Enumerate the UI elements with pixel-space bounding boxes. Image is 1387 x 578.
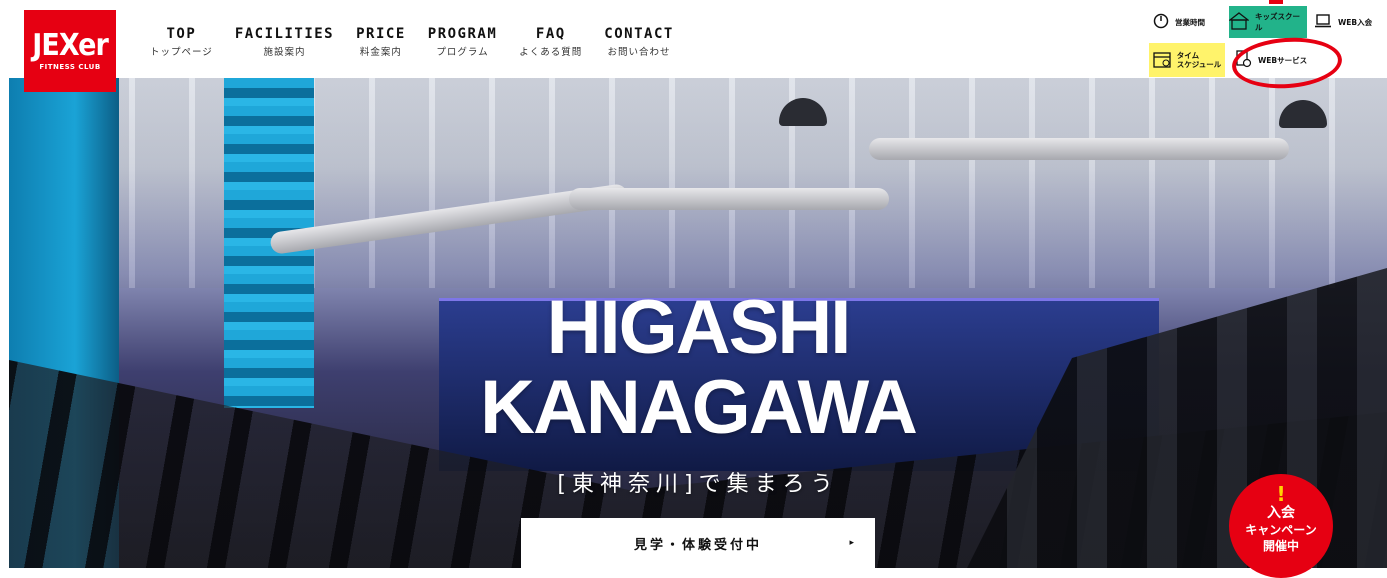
logo[interactable]: JEXer FITNESS CLUB xyxy=(24,10,116,92)
nav-faq-en: FAQ xyxy=(535,26,566,42)
nav-faq-jp: よくある質問 xyxy=(519,47,583,58)
nav-faq[interactable]: FAQ よくある質問 xyxy=(519,26,582,58)
calendar-icon xyxy=(1153,50,1171,70)
time-schedule-button[interactable]: タイム スケジュール xyxy=(1149,43,1225,77)
nav-contact[interactable]: CONTACT お問い合わせ xyxy=(604,26,674,58)
laptop-icon xyxy=(1314,14,1332,30)
clock-icon xyxy=(1153,13,1169,31)
nav-contact-en: CONTACT xyxy=(604,26,674,42)
nav-facilities-en: FACILITIES xyxy=(234,26,335,42)
top-red-marker xyxy=(1269,0,1283,4)
arrow-right-icon: ▸ xyxy=(849,538,857,548)
campaign-badge[interactable]: ! 入会 キャンペーン 開催中 xyxy=(1229,474,1333,578)
campaign-line1: 入会 xyxy=(1267,505,1295,521)
web-join-button[interactable]: WEB入会 xyxy=(1314,6,1382,38)
ceiling-duct xyxy=(569,188,889,210)
kids-school-button[interactable]: キッズスクール xyxy=(1228,6,1307,38)
site-header: TOP トップページ FACILITIES 施設案内 PRICE 料金案内 PR… xyxy=(0,0,1387,78)
web-join-label: WEB入会 xyxy=(1338,17,1373,27)
tour-trial-label: 見学・体験受付中 xyxy=(633,537,762,553)
logo-mark: JEXer xyxy=(32,28,109,63)
kids-school-label: キッズスクール xyxy=(1255,12,1300,32)
logo-subtitle: FITNESS CLUB xyxy=(39,63,101,71)
hero-subtitle: [東神奈川]で集まろう xyxy=(557,472,839,497)
hours-label: 営業時間 xyxy=(1175,17,1205,27)
nav-top-jp: トップページ xyxy=(150,47,213,58)
time-schedule-label: タイム スケジュール xyxy=(1176,51,1222,69)
hero-title-line2: KANAGAWA xyxy=(480,365,918,450)
kids-house-icon xyxy=(1228,12,1250,32)
campaign-line3: 開催中 xyxy=(1262,539,1299,553)
nav-price[interactable]: PRICE 料金案内 xyxy=(356,26,406,58)
hours-button[interactable]: 営業時間 xyxy=(1153,6,1223,38)
hero-ceiling xyxy=(9,78,1387,288)
nav-program-en: PROGRAM xyxy=(427,26,498,42)
ceiling-duct xyxy=(869,138,1289,160)
campaign-line2: キャンペーン xyxy=(1245,523,1317,537)
nav-program[interactable]: PROGRAM プログラム xyxy=(428,26,498,58)
tour-trial-button[interactable]: 見学・体験受付中 ▸ xyxy=(521,518,875,568)
nav-facilities[interactable]: FACILITIES 施設案内 xyxy=(235,26,334,58)
nav-top-en: TOP xyxy=(166,26,197,42)
nav-program-jp: プログラム xyxy=(436,47,489,58)
nav-top[interactable]: TOP トップページ xyxy=(150,26,213,58)
hero-banner: HIGASHI KANAGAWA [東神奈川]で集まろう 見学・体験受付中 ▸ xyxy=(9,78,1387,568)
exclamation-icon: ! xyxy=(1276,482,1286,506)
nav-contact-jp: お問い合わせ xyxy=(607,47,671,58)
nav-price-en: PRICE xyxy=(356,26,406,42)
main-nav: TOP トップページ FACILITIES 施設案内 PRICE 料金案内 PR… xyxy=(150,26,696,58)
nav-price-jp: 料金案内 xyxy=(359,47,402,58)
hero-title: HIGASHI KANAGAWA xyxy=(9,288,1387,448)
nav-facilities-jp: 施設案内 xyxy=(263,47,306,58)
hero-title-line1: HIGASHI xyxy=(546,285,852,370)
